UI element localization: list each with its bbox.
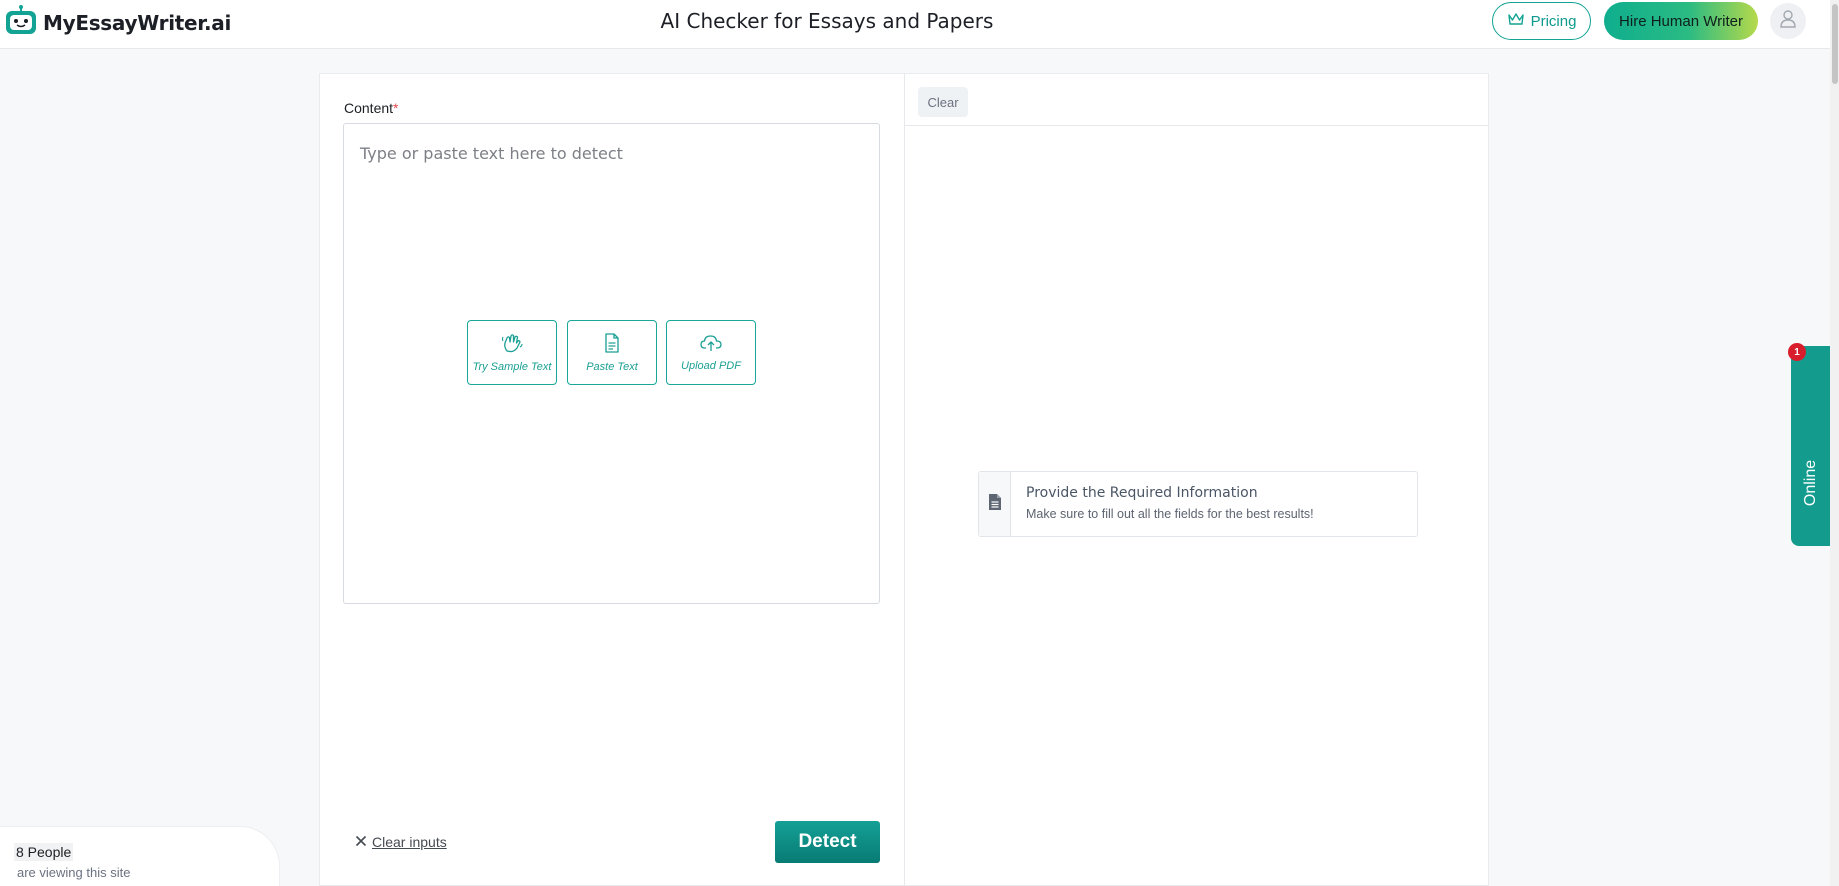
- ai-checker-card: Content* Try Sample Text Paste Text: [319, 73, 1489, 886]
- document-icon: [604, 332, 620, 356]
- top-navbar: MyEssayWriter.ai AI Checker for Essays a…: [0, 0, 1839, 49]
- user-icon: [1779, 9, 1797, 34]
- file-text-icon: [988, 493, 1002, 516]
- page-scrollbar[interactable]: [1830, 0, 1839, 886]
- detect-button[interactable]: Detect: [775, 821, 880, 863]
- try-sample-text-label: Try Sample Text: [472, 360, 552, 373]
- upload-pdf-label: Upload PDF: [681, 359, 741, 372]
- content-label: Content*: [344, 100, 399, 116]
- notice-subtitle: Make sure to fill out all the fields for…: [1026, 507, 1314, 521]
- hand-wave-icon: [501, 333, 523, 356]
- upload-pdf-button[interactable]: Upload PDF: [666, 320, 756, 385]
- results-header: Clear: [905, 74, 1489, 126]
- paste-text-label: Paste Text: [586, 360, 638, 373]
- crown-icon: [1507, 12, 1525, 30]
- cloud-upload-icon: [700, 334, 722, 355]
- notice-title: Provide the Required Information: [1026, 485, 1258, 501]
- try-sample-text-button[interactable]: Try Sample Text: [467, 320, 557, 385]
- notice-text: Provide the Required Information Make su…: [1011, 472, 1314, 536]
- close-icon: [355, 834, 367, 850]
- pricing-label: Pricing: [1530, 12, 1577, 30]
- notice-icon-cell: [979, 472, 1011, 536]
- notification-badge: 1: [1788, 343, 1806, 361]
- live-viewers-widget: 8 People are viewing this site: [0, 826, 280, 886]
- pricing-button[interactable]: Pricing: [1492, 2, 1591, 40]
- user-avatar-button[interactable]: [1770, 3, 1806, 39]
- viewers-text: are viewing this site: [17, 865, 131, 880]
- paste-text-button[interactable]: Paste Text: [567, 320, 657, 385]
- scrollbar-thumb[interactable]: [1832, 4, 1838, 84]
- clear-inputs-label: Clear inputs: [372, 834, 447, 850]
- online-chat-label[interactable]: Online: [1792, 418, 1830, 548]
- viewers-count: 8 People: [14, 843, 74, 861]
- panel-divider: [904, 74, 905, 885]
- hire-human-writer-button[interactable]: Hire Human Writer: [1604, 2, 1758, 40]
- required-info-notice: Provide the Required Information Make su…: [978, 471, 1418, 537]
- clear-results-button[interactable]: Clear: [918, 87, 968, 117]
- required-mark: *: [393, 100, 399, 116]
- page-title: AI Checker for Essays and Papers: [660, 9, 994, 33]
- clear-inputs-link[interactable]: Clear inputs: [355, 834, 447, 850]
